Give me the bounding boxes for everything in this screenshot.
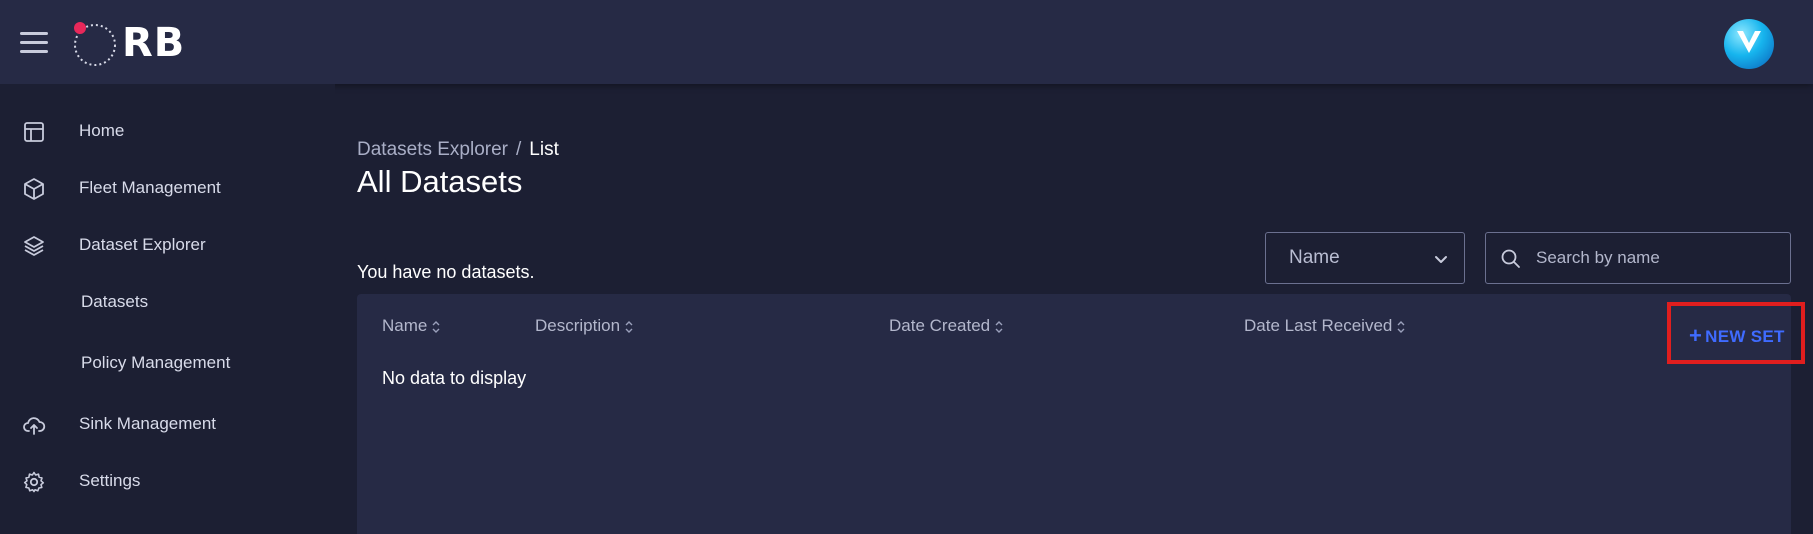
page-title: All Datasets [357, 164, 523, 199]
sidebar-item-label: Policy Management [81, 353, 231, 372]
sidebar-item-label: Settings [79, 471, 141, 490]
sidebar-item-fleet-management[interactable]: Fleet Management [0, 165, 335, 213]
avatar-v-icon [1737, 31, 1761, 53]
sidebar-item-label: Dataset Explorer [79, 235, 206, 254]
column-header-date-last-received[interactable]: Date Last Received [1244, 316, 1406, 336]
new-set-label: + NEW SET [1689, 322, 1785, 348]
sidebar-item-label: Datasets [81, 292, 149, 311]
orb-ring-icon [74, 22, 116, 66]
breadcrumb: Datasets Explorer / List [357, 139, 559, 161]
new-set-text: NEW SET [1705, 327, 1785, 346]
plus-icon: + [1689, 323, 1703, 348]
sidebar: Home Fleet Management Dataset Explorer D… [0, 84, 335, 520]
search-input[interactable] [1536, 244, 1776, 272]
orb-logo[interactable]: RB [70, 18, 200, 68]
sort-icon [1397, 320, 1405, 333]
column-header-description[interactable]: Description [535, 316, 634, 336]
logo-text: RB [122, 20, 186, 66]
sidebar-item-sink-management[interactable]: Sink Management [0, 401, 335, 449]
column-header-label: Date Created [889, 316, 991, 335]
column-header-label: Description [535, 316, 621, 335]
sidebar-item-policy-management[interactable]: Policy Management [0, 340, 335, 388]
sort-select-value: Name [1289, 247, 1340, 268]
sort-icon [432, 320, 440, 333]
column-header-label: Name [382, 316, 428, 335]
chevron-down-icon [1435, 256, 1447, 263]
main-content: Datasets Explorer / List All Datasets You … [335, 84, 1813, 534]
cloud-upload-icon [23, 417, 46, 435]
search-icon [1501, 249, 1520, 268]
sort-icon [625, 320, 633, 333]
breadcrumb-separator: / [516, 139, 522, 160]
column-header-date-created[interactable]: Date Created [889, 316, 1004, 336]
datasets-table: Name Description Date Created Date Last … [357, 294, 1805, 534]
search-box [1485, 232, 1791, 284]
sidebar-item-dataset-explorer[interactable]: Dataset Explorer [0, 222, 335, 270]
sort-icon [995, 320, 1003, 333]
hamburger-menu-icon[interactable] [20, 32, 48, 54]
new-set-button[interactable]: + NEW SET [1667, 302, 1805, 364]
sort-select[interactable]: Name [1265, 232, 1465, 284]
sidebar-item-label: Fleet Management [79, 178, 221, 197]
column-header-label: Date Last Received [1244, 316, 1393, 335]
user-avatar[interactable] [1724, 19, 1774, 69]
gear-icon [23, 471, 45, 493]
empty-datasets-message: You have no datasets. [357, 262, 535, 282]
column-header-name[interactable]: Name [382, 316, 441, 336]
breadcrumb-current: List [529, 139, 559, 160]
layout-icon [24, 122, 44, 142]
no-data-message: No data to display [382, 368, 527, 388]
layers-icon [24, 236, 44, 256]
top-bar: RB [0, 0, 1813, 84]
breadcrumb-parent[interactable]: Datasets Explorer [357, 139, 508, 160]
sidebar-item-label: Home [79, 121, 125, 140]
sidebar-item-home[interactable]: Home [0, 108, 335, 156]
sidebar-item-label: Sink Management [79, 414, 217, 433]
sidebar-item-settings[interactable]: Settings [0, 458, 335, 506]
cube-icon [24, 178, 44, 200]
sidebar-item-datasets[interactable]: Datasets [0, 279, 335, 327]
